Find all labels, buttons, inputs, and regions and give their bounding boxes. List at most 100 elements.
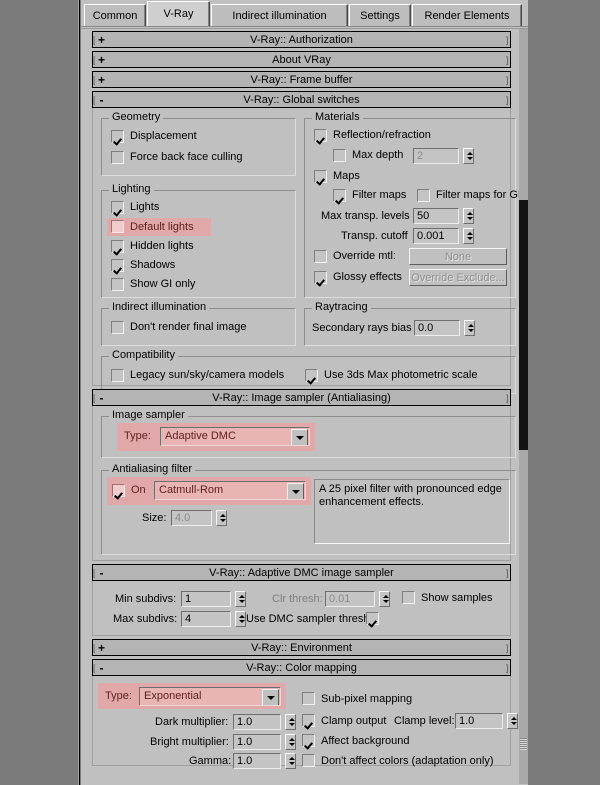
panel-scrollbar-thumb[interactable] [519, 200, 528, 450]
rollout-collapse-icon[interactable]: - [95, 566, 108, 579]
checkbox-filter-maps[interactable] [333, 189, 346, 202]
desktop-background-left [0, 0, 78, 785]
label-use-dmc-sampler-thresh: Use DMC sampler thresh. [246, 613, 373, 625]
rollout-collapse-icon[interactable]: - [95, 661, 108, 674]
checkbox-default-lights[interactable] [111, 220, 124, 233]
label-legacy-sun-sky-camera-models: Legacy sun/sky/camera models [130, 369, 285, 381]
spinner-secondary-rays-bias[interactable] [464, 320, 475, 336]
render-setup-window: Common V-Ray Indirect illumination Setti… [0, 0, 600, 785]
input-clr-thresh[interactable]: 0.01 [325, 591, 375, 607]
spinner-max-depth[interactable] [463, 148, 474, 164]
checkbox-clamp-output[interactable] [302, 714, 315, 727]
input-max-depth[interactable]: 2 [413, 148, 459, 164]
checkbox-hidden-lights[interactable] [111, 240, 124, 253]
dropdown-color-mapping-type[interactable]: Exponential [139, 687, 281, 706]
label-use-3ds-max-photometric-scale: Use 3ds Max photometric scale [324, 369, 478, 381]
group-lighting: Lighting Lights Default lights Hidden li… [101, 184, 296, 298]
spinner-max-transp-levels[interactable] [463, 208, 474, 224]
rollout-bracket-right-icon: ] [506, 663, 509, 673]
dropdown-antialiasing-filter[interactable]: Catmull-Rom [154, 481, 306, 500]
input-bright-multiplier[interactable]: 1.0 [233, 734, 281, 750]
checkbox-force-back-face-culling[interactable] [111, 151, 124, 164]
spinner-transp-cutoff[interactable] [463, 228, 474, 244]
spinner-clr-thresh[interactable] [379, 591, 390, 607]
input-gamma[interactable]: 1.0 [233, 753, 281, 769]
tab-common[interactable]: Common [84, 4, 146, 26]
rollout-collapse-icon[interactable]: - [95, 391, 108, 404]
dropdown-image-sampler-type[interactable]: Adaptive DMC [160, 427, 310, 446]
spinner-min-subdivs[interactable] [235, 591, 246, 607]
rollout-expand-icon[interactable]: + [95, 641, 108, 654]
label-hidden-lights: Hidden lights [130, 240, 194, 252]
label-dont-render-final-image: Don't render final image [130, 321, 247, 333]
checkbox-antialiasing-filter-on[interactable] [112, 484, 125, 497]
rollout-expand-icon[interactable]: + [95, 73, 108, 86]
checkbox-displacement[interactable] [111, 130, 124, 143]
rollout-header-adaptive-dmc[interactable]: [ - V-Ray:: Adaptive DMC image sampler ] [92, 564, 511, 581]
rollout-header-color-mapping[interactable]: [ - V-Ray:: Color mapping ] [92, 659, 511, 676]
tab-vray[interactable]: V-Ray [147, 1, 210, 26]
checkbox-sub-pixel-mapping[interactable] [302, 692, 315, 705]
input-secondary-rays-bias[interactable]: 0.0 [414, 320, 460, 336]
rollout-expand-icon[interactable]: + [95, 33, 108, 46]
chevron-down-icon[interactable] [287, 483, 304, 499]
checkbox-legacy-sun-sky-camera-models[interactable] [111, 369, 124, 382]
rollout-authorization: [ + V-Ray:: Authorization ] [85, 31, 518, 48]
rollout-expand-icon[interactable]: + [95, 53, 108, 66]
rollout-header-image-sampler[interactable]: [ - V-Ray:: Image sampler (Antialiasing)… [92, 389, 511, 406]
button-override-exclude[interactable]: Override Exclude... [409, 269, 507, 286]
input-min-subdivs[interactable]: 1 [181, 591, 231, 607]
input-filter-size[interactable]: 4.0 [171, 510, 212, 526]
spinner-max-subdivs[interactable] [235, 611, 246, 627]
tab-settings[interactable]: Settings [349, 4, 411, 26]
rollout-bracket-right-icon: ] [506, 393, 509, 403]
input-clamp-level[interactable]: 1.0 [455, 713, 503, 729]
checkbox-shadows[interactable] [111, 259, 124, 272]
label-show-gi-only: Show GI only [130, 278, 196, 290]
rollout-body-adaptive-dmc: Min subdivs: 1 Max subdivs: 4 Clr thresh… [92, 581, 511, 636]
checkbox-override-mtl[interactable] [314, 250, 327, 263]
label-filter-size: Size: [142, 512, 167, 524]
label-gamma: Gamma: [189, 755, 232, 767]
desktop-background-right [528, 0, 600, 785]
input-max-subdivs[interactable]: 4 [181, 611, 231, 627]
checkbox-affect-background[interactable] [302, 734, 315, 747]
rollout-header-environment[interactable]: [ + V-Ray:: Environment ] [92, 639, 511, 656]
rollout-header-authorization[interactable]: [ + V-Ray:: Authorization ] [92, 31, 511, 48]
label-max-subdivs: Max subdivs: [113, 613, 178, 625]
input-dark-multiplier[interactable]: 1.0 [233, 714, 281, 730]
checkbox-use-dmc-sampler-thresh[interactable] [366, 612, 379, 625]
input-max-transp-levels[interactable]: 50 [413, 208, 459, 224]
spinner-clamp-level[interactable] [507, 713, 518, 729]
spinner-filter-size[interactable] [216, 510, 227, 526]
checkbox-filter-maps-for-gi[interactable] [417, 189, 430, 202]
checkbox-lights[interactable] [111, 201, 124, 214]
spinner-bright-multiplier[interactable] [285, 734, 296, 750]
tab-render-elements[interactable]: Render Elements [412, 4, 522, 26]
checkbox-max-depth[interactable] [333, 149, 346, 162]
checkbox-show-gi-only[interactable] [111, 278, 124, 291]
checkbox-maps[interactable] [314, 170, 327, 183]
rollout-bracket-right-icon: ] [506, 55, 509, 65]
rollout-header-frame-buffer[interactable]: [ + V-Ray:: Frame buffer ] [92, 71, 511, 88]
tab-indirect-illumination[interactable]: Indirect illumination [211, 4, 348, 26]
checkbox-show-samples[interactable] [402, 591, 415, 604]
button-override-mtl-none[interactable]: None [409, 248, 507, 265]
label-default-lights: Default lights [130, 221, 194, 233]
rollout-header-global-switches[interactable]: [ - V-Ray:: Global switches ] [92, 91, 511, 108]
chevron-down-icon[interactable] [291, 429, 308, 445]
rollout-title: V-Ray:: Environment [251, 641, 352, 654]
spinner-dark-multiplier[interactable] [285, 714, 296, 730]
panel-resize-grip[interactable] [520, 738, 527, 750]
checkbox-glossy-effects[interactable] [314, 271, 327, 284]
input-transp-cutoff[interactable]: 0.001 [413, 228, 459, 244]
rollout-collapse-icon[interactable]: - [95, 93, 108, 106]
checkbox-dont-render-final-image[interactable] [111, 321, 124, 334]
checkbox-reflection-refraction[interactable] [314, 129, 327, 142]
rollout-header-about-vray[interactable]: [ + About VRay ] [92, 51, 511, 68]
checkbox-dont-affect-colors[interactable] [302, 754, 315, 767]
checkbox-use-3ds-max-photometric-scale[interactable] [305, 369, 318, 382]
label-sampler-type: Type: [124, 430, 151, 442]
spinner-gamma[interactable] [285, 753, 296, 769]
chevron-down-icon[interactable] [262, 689, 279, 705]
